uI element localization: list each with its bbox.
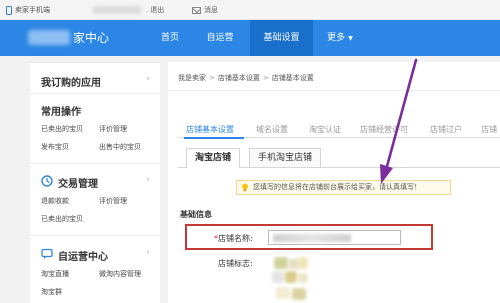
sidebar-link-sold-items[interactable]: 已卖出的宝贝 [41,124,83,134]
blurred-username [92,6,142,14]
nav-more-label: 更多 [327,33,346,43]
chevron-right-icon[interactable]: › [146,248,150,258]
blurred-logo [28,30,70,45]
chevron-right-icon[interactable]: › [146,74,150,84]
shop-logo-image[interactable] [268,255,323,303]
sidebar-link-sold-items-2[interactable]: 已卖出的宝贝 [41,214,83,224]
sidebar-my-apps[interactable]: 我订购的应用 [41,74,101,89]
tab-shop-basic-settings[interactable]: 店铺基本设置 [186,124,234,135]
section-basic-info: 基础信息 [180,210,212,219]
phone-icon [6,5,12,15]
shop-name-input[interactable] [268,230,401,245]
chevron-right-icon: > [209,74,215,82]
trade-icon [41,175,53,187]
sidebar-link-refunds[interactable]: 退款收款 [41,196,69,206]
notice-banner: 您填写的信息将在店铺前台展示给买家，请认真填写！ [236,180,451,195]
sidebar-link-publish-item[interactable]: 发布宝贝 [41,142,69,152]
sidebar-link-live[interactable]: 淘宝直播 [41,269,69,279]
breadcrumb-item[interactable]: 店铺基本设置 [218,74,260,82]
tab-business-license[interactable]: 店铺经营许可 [360,124,408,135]
mobile-shop-label: 卖家手机端 [15,6,50,14]
tab-shop-more[interactable]: 店铺 [481,124,497,135]
sidebar-link-weitao[interactable]: 微淘内容管理 [99,269,141,279]
breadcrumb-item: 店铺基本设置 [271,74,314,82]
brand-title[interactable]: 家中心 [73,30,109,46]
sidebar-link-review-mgmt[interactable]: 评价管理 [99,196,127,206]
chat-bubble-icon [41,248,53,259]
lightbulb-icon [242,183,248,192]
tab-shop-transfer[interactable]: 店铺过户 [430,124,462,135]
chevron-right-icon: > [262,74,269,82]
shop-logo-label: 店铺标志: [218,259,253,268]
sidebar-link-reviews[interactable]: 评价管理 [99,124,127,134]
breadcrumb-item[interactable]: 我是卖家 [178,74,206,82]
mobile-shop-link[interactable]: 卖家手机端 [6,4,50,16]
mail-icon [192,6,201,14]
nav-basic-settings[interactable]: 基础设置 [250,20,313,56]
nav-self-operation[interactable]: 自运营 [196,20,244,56]
nav-home[interactable]: 首页 [150,20,190,56]
shop-name-label: *店铺名称: [214,234,253,243]
sidebar-trade-title[interactable]: 交易管理 [58,175,98,190]
top-utility-bar: 卖家手机端 , 退出 消息 [0,0,500,20]
breadcrumb: 我是卖家 > 店铺基本设置 > 店铺基本设置 [178,73,314,83]
notice-text: 您填写的信息将在店铺前台展示给买家，请认真填写！ [253,183,421,191]
sidebar-link-taobao-group[interactable]: 淘宝群 [41,287,62,297]
sidebar-link-items-on-sale[interactable]: 出售中的宝贝 [99,142,141,152]
tab-domain-settings[interactable]: 域名设置 [256,124,288,135]
subtab-taobao-shop[interactable]: 淘宝店铺 [186,148,241,168]
sidebar-common-ops-title: 常用操作 [41,107,81,118]
chevron-right-icon[interactable]: › [146,175,150,185]
sidebar: 我订购的应用 › 常用操作 已卖出的宝贝 评价管理 发布宝贝 出售中的宝贝 交易… [30,62,160,303]
sidebar-self-ops-title[interactable]: 自运营中心 [58,248,108,263]
main-navbar: 家中心 首页 自运营 基础设置 更多 ▼ [0,20,500,56]
chevron-down-icon: ▼ [348,35,353,42]
nav-more[interactable]: 更多 ▼ [318,20,362,56]
subtab-mobile-taobao-shop[interactable]: 手机淘宝店铺 [249,148,322,168]
messages-link[interactable]: 消息 [192,4,218,16]
messages-label: 消息 [204,6,218,14]
active-tab-indicator [184,137,244,139]
user-area: , 退出 [92,4,164,16]
blurred-shop-name [273,234,351,242]
tab-taobao-certification[interactable]: 淘宝认证 [309,124,341,135]
logout-link[interactable]: 退出 [150,4,164,16]
